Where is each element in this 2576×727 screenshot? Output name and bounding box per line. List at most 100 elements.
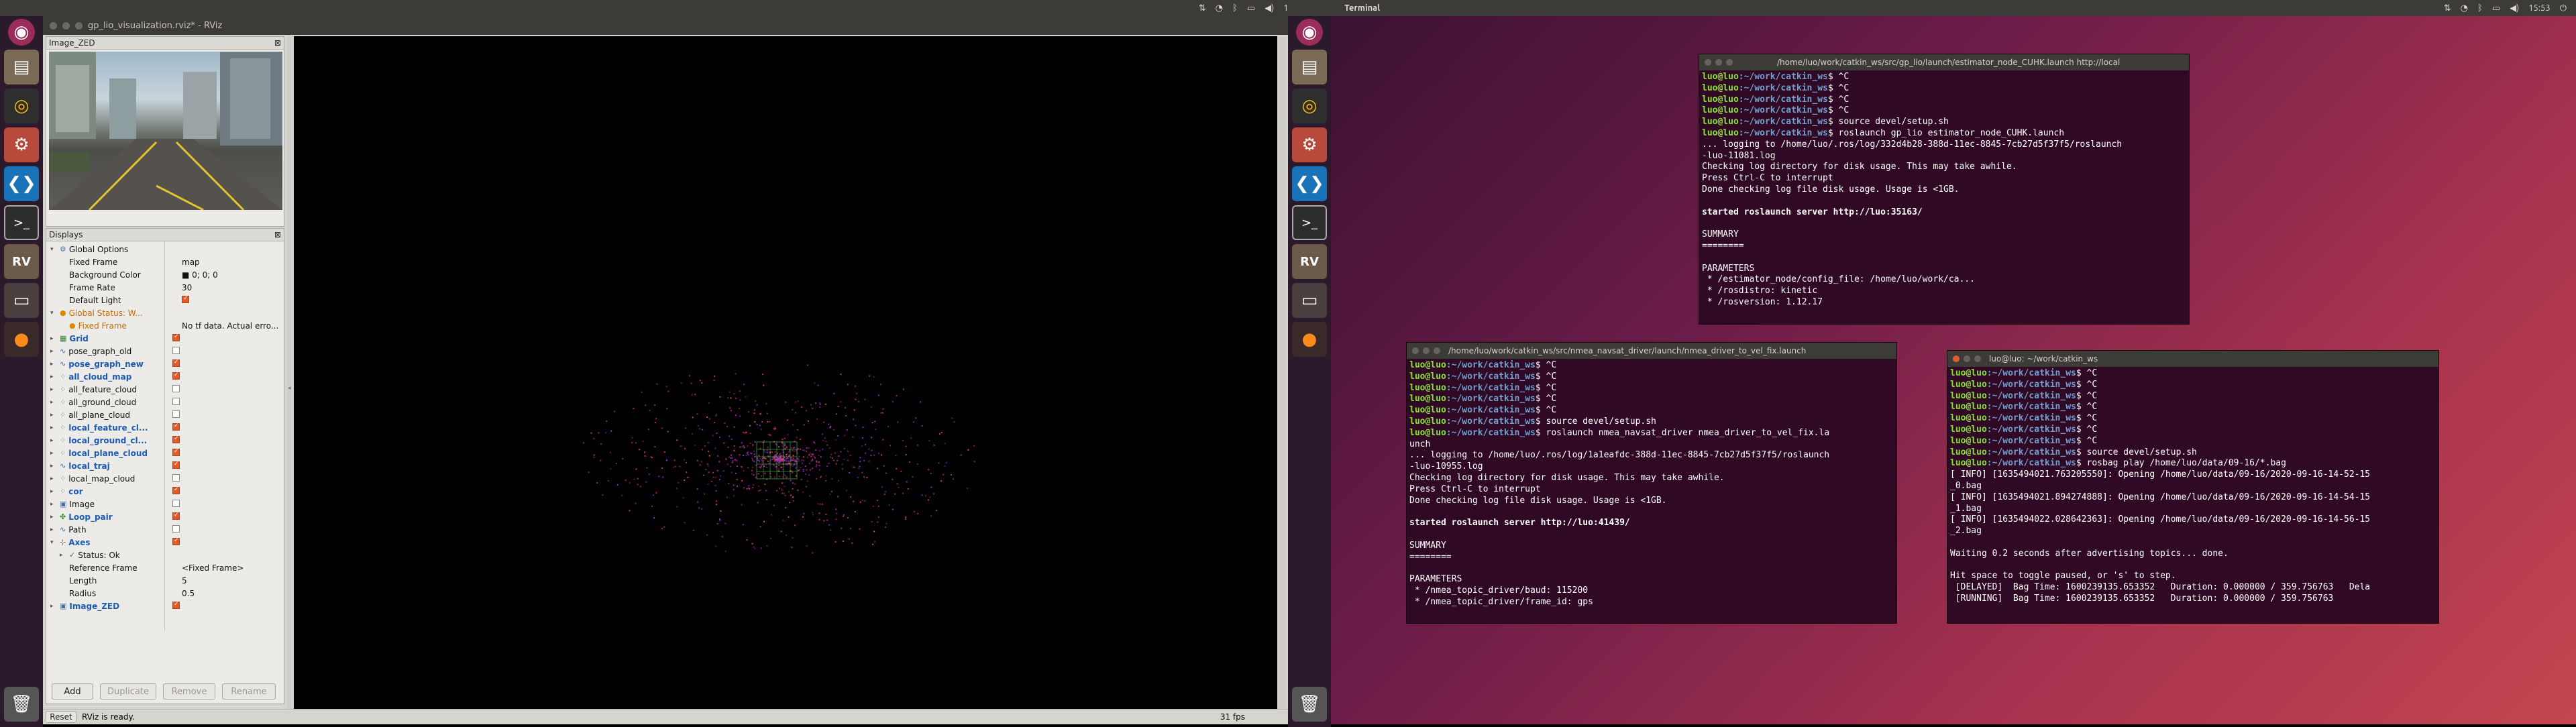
enable-checkbox[interactable] — [172, 486, 180, 494]
remove-button[interactable]: Remove — [163, 683, 215, 700]
firefox-icon[interactable]: ● — [1292, 322, 1327, 357]
expand-arrow-icon[interactable]: ▸ — [50, 335, 57, 342]
enable-checkbox[interactable] — [172, 473, 180, 482]
display-row[interactable]: ▸ ✤ Loop_pair — [46, 510, 284, 523]
display-row-value[interactable] — [168, 410, 284, 420]
terminal-icon[interactable]: >_ — [4, 205, 39, 240]
display-row[interactable]: ▸ ∿ pose_graph_old — [46, 345, 284, 357]
display-row-value[interactable] — [168, 524, 284, 535]
expand-arrow-icon[interactable]: ▸ — [50, 463, 57, 469]
display-row[interactable]: ▸ ⁘ all_cloud_map — [46, 370, 284, 383]
terminal-window-estimator[interactable]: /home/luo/work/catkin_ws/src/gp_lio/laun… — [1699, 54, 2190, 325]
display-row-value[interactable] — [168, 372, 284, 382]
power-icon[interactable]: ⏻ — [2560, 3, 2567, 13]
minimize-icon[interactable] — [62, 21, 70, 30]
collapse-left-icon[interactable]: ◂ — [288, 385, 291, 392]
display-row[interactable]: Background Color ■ 0; 0; 0 — [46, 268, 284, 281]
display-row[interactable]: ▸ ▣ Image — [46, 498, 284, 510]
display-row-value[interactable] — [168, 384, 284, 394]
drive-icon[interactable]: ▭ — [1292, 283, 1327, 318]
sort-icon[interactable]: ⇅ — [2444, 3, 2451, 13]
enable-checkbox[interactable] — [172, 461, 180, 469]
trash-icon[interactable]: 🗑 — [1292, 687, 1327, 722]
close-icon[interactable] — [1705, 59, 1711, 66]
display-row-value[interactable] — [168, 537, 284, 547]
expand-arrow-icon[interactable]: ▸ — [50, 501, 57, 508]
display-row[interactable]: ▸ ⁘ local_map_cloud — [46, 472, 284, 485]
expand-arrow-icon[interactable]: ▸ — [50, 348, 57, 355]
reset-button[interactable]: Reset — [46, 711, 76, 723]
expand-arrow-icon[interactable]: ▾ — [50, 539, 57, 546]
enable-checkbox[interactable] — [172, 601, 180, 609]
panel-close-icon[interactable]: ⊠ — [274, 230, 281, 239]
display-row-value[interactable] — [168, 601, 284, 611]
display-row[interactable]: ▸ ✓ Status: Ok — [46, 549, 284, 561]
rename-button[interactable]: Rename — [222, 683, 276, 700]
maximize-icon[interactable] — [1434, 347, 1440, 354]
chrome-icon[interactable]: ◎ — [4, 89, 39, 123]
enable-checkbox[interactable] — [172, 333, 180, 341]
terminal-output[interactable]: luo@luo:~/work/catkin_ws$ ^C luo@luo:~/wo… — [1407, 359, 1896, 610]
display-row[interactable]: Reference Frame <Fixed Frame> — [46, 561, 284, 574]
display-row[interactable]: ● Fixed Frame No tf data. Actual erro... — [46, 319, 284, 332]
expand-arrow-icon[interactable]: ▾ — [50, 246, 57, 253]
enable-checkbox[interactable] — [172, 524, 180, 533]
expand-arrow-icon[interactable]: ▾ — [50, 310, 57, 317]
enable-checkbox[interactable] — [172, 410, 180, 418]
expand-arrow-icon[interactable]: ▸ — [50, 399, 57, 406]
panel-close-icon[interactable]: ⊠ — [274, 38, 281, 48]
volume-icon[interactable]: ◀) — [1265, 3, 1274, 13]
terminal-icon[interactable]: >_ — [1292, 205, 1327, 240]
close-icon[interactable] — [50, 21, 57, 30]
wifi-icon[interactable]: ◔ — [2461, 3, 2468, 13]
sort-icon[interactable]: ⇅ — [1199, 3, 1206, 13]
maximize-icon[interactable] — [75, 21, 83, 30]
expand-arrow-icon[interactable]: ▸ — [50, 526, 57, 533]
display-row[interactable]: ▾ ⚙ Global Options — [46, 243, 284, 256]
chrome-icon[interactable]: ◎ — [1292, 89, 1327, 123]
display-row[interactable]: ▸ ⁘ cor — [46, 485, 284, 498]
files-icon[interactable]: ▤ — [4, 50, 39, 85]
display-row[interactable]: Length 5 — [46, 574, 284, 587]
display-row[interactable]: ▸ ∿ pose_graph_new — [46, 357, 284, 370]
display-row-value[interactable] — [168, 448, 284, 458]
expand-arrow-icon[interactable]: ▸ — [60, 552, 66, 559]
clock[interactable]: 15:53 — [2528, 3, 2551, 13]
display-row-value[interactable] — [168, 512, 284, 522]
expand-arrow-icon[interactable]: ▸ — [50, 514, 57, 520]
maximize-icon[interactable] — [1726, 59, 1733, 66]
display-row[interactable]: Radius 0.5 — [46, 587, 284, 600]
display-row-value[interactable] — [168, 397, 284, 407]
minimize-icon[interactable] — [1964, 355, 1970, 362]
drive-icon[interactable]: ▭ — [4, 283, 39, 318]
display-row[interactable]: ▸ ⁘ local_feature_cl... — [46, 421, 284, 434]
display-row[interactable]: ▸ ∿ Path — [46, 523, 284, 536]
enable-checkbox[interactable] — [172, 397, 180, 405]
minimize-icon[interactable] — [1423, 347, 1430, 354]
terminal-window-rosbag[interactable]: luo@luo: ~/work/catkin_ws luo@luo:~/work… — [1947, 350, 2439, 624]
display-row[interactable]: ▸ ▦ Grid — [46, 332, 284, 345]
display-row-value[interactable] — [178, 295, 284, 305]
close-icon[interactable] — [1412, 347, 1419, 354]
battery-icon[interactable]: ▭ — [1247, 3, 1255, 13]
duplicate-button[interactable]: Duplicate — [100, 683, 156, 700]
enable-checkbox[interactable] — [172, 537, 180, 545]
battery-icon[interactable]: ▭ — [2492, 3, 2500, 13]
display-row[interactable]: Fixed Frame map — [46, 256, 284, 268]
files-icon[interactable]: ▤ — [1292, 50, 1327, 85]
add-button[interactable]: Add — [52, 683, 93, 700]
display-row-value[interactable] — [168, 333, 284, 343]
display-row[interactable]: Default Light — [46, 294, 284, 306]
bluetooth-icon[interactable]: ᛒ — [1232, 3, 1238, 13]
enable-checkbox[interactable] — [172, 435, 180, 443]
display-row-value[interactable] — [168, 499, 284, 509]
display-row[interactable]: ▸ ⁘ local_ground_cl... — [46, 434, 284, 447]
display-row-value[interactable] — [168, 461, 284, 471]
enable-checkbox[interactable] — [172, 359, 180, 367]
display-row-value[interactable] — [168, 473, 284, 484]
rviz-icon[interactable]: RV — [4, 244, 39, 279]
expand-arrow-icon[interactable]: ▸ — [50, 386, 57, 393]
expand-arrow-icon[interactable]: ▸ — [50, 374, 57, 380]
expand-arrow-icon[interactable]: ▸ — [50, 450, 57, 457]
enable-checkbox[interactable] — [172, 423, 180, 431]
